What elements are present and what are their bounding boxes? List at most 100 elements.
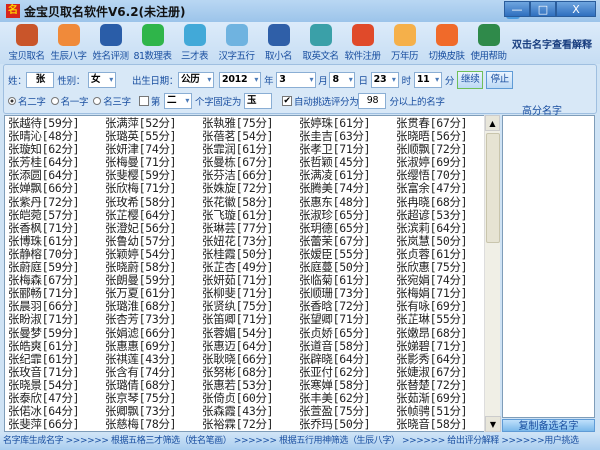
scroll-down-arrow[interactable]: ▼ (485, 416, 501, 432)
name-item[interactable]: 张惠若[53分] (202, 378, 297, 392)
toolbar-button-10[interactable]: 万年历 (384, 22, 425, 64)
toolbar-button-4[interactable]: 81数理表 (132, 22, 173, 64)
toolbar-button-6[interactable]: 汉字五行 (216, 22, 257, 64)
name-item[interactable]: 张曼梦[59分] (8, 326, 103, 340)
name-item[interactable]: 张滨莉[64分] (396, 221, 491, 235)
continue-button[interactable]: 继续 (457, 71, 484, 89)
name-item[interactable]: 张聿秀[59分] (8, 431, 80, 432)
name-item[interactable]: 张望卿[71分] (299, 313, 394, 326)
name-item[interactable]: 张皓爽[61分] (8, 339, 103, 353)
name-item[interactable]: 张姝旋[72分] (202, 182, 297, 195)
name-item[interactable]: 张皑菀[57分] (8, 208, 103, 222)
name-item[interactable]: 张耿晓[66分] (202, 352, 297, 366)
name-item[interactable]: 张晓景[54分] (8, 378, 103, 392)
radio-three-char[interactable] (93, 97, 102, 105)
name-item[interactable]: 张欣梅[71分] (105, 182, 200, 195)
name-item[interactable]: 张替楚[72分] (396, 378, 491, 392)
name-item[interactable]: 张腾美[74分] (299, 182, 394, 195)
calendar-select[interactable]: 公历 (178, 72, 215, 88)
name-item[interactable]: 张鲁幼[57分] (105, 234, 200, 248)
name-item[interactable]: 张蓉媚[54分] (202, 326, 297, 340)
name-item[interactable]: 张玫希[58分] (105, 195, 200, 209)
surname-input[interactable]: 张 (26, 72, 55, 88)
name-item[interactable]: 张惠惠[69分] (105, 339, 200, 353)
name-item[interactable]: 张道音[58分] (299, 339, 394, 353)
year-select[interactable]: 2012 (219, 72, 262, 88)
name-item[interactable]: 张璐倩[68分] (105, 378, 200, 392)
high-score-list[interactable] (502, 115, 595, 418)
name-item[interactable]: 张淑珍[65分] (299, 208, 394, 222)
toolbar-button-11[interactable]: 切换皮肤 (426, 22, 467, 64)
minimize-button[interactable]: — (504, 1, 530, 17)
name-item[interactable]: 张努彬[68分] (202, 365, 297, 379)
fix-position-select[interactable]: 二 (164, 93, 193, 109)
fix-char-checkbox[interactable] (138, 96, 149, 106)
toolbar-button-7[interactable]: 取小名 (258, 22, 299, 64)
name-item[interactable]: 张飞璇[61分] (202, 208, 297, 222)
radio-two-char[interactable] (8, 97, 16, 105)
scroll-up-arrow[interactable]: ▲ (485, 115, 500, 131)
fix-char-input[interactable]: 玉 (244, 93, 273, 109)
name-item[interactable]: 张婵飘[66分] (8, 182, 103, 195)
name-item[interactable]: 张娣碧[71分] (396, 339, 491, 353)
name-item[interactable]: 张盼淑[71分] (8, 313, 103, 326)
toolbar-button-9[interactable]: 软件注册 (342, 22, 383, 64)
name-item[interactable]: 张嫩昂[68分] (396, 326, 491, 340)
name-item[interactable]: 张富余[47分] (396, 182, 491, 195)
toolbar-button-2[interactable]: 生辰八字 (48, 22, 89, 64)
name-item[interactable]: 张祺莲[43分] (105, 352, 200, 366)
name-item[interactable]: 张婕淑[67分] (396, 365, 491, 379)
name-item[interactable]: 张贞娇[65分] (299, 326, 394, 340)
name-item[interactable]: 张寒婵[58分] (299, 378, 394, 392)
name-list-scrollbar[interactable]: ▲ ▼ (484, 115, 501, 432)
name-item[interactable]: 张亚付[62分] (299, 365, 394, 379)
name-item[interactable]: 张妞花[73分] (202, 234, 297, 248)
name-item[interactable]: 张花徽[58分] (202, 195, 297, 209)
name-item[interactable]: 张岚慧[50分] (396, 234, 491, 248)
stop-button[interactable]: 停止 (486, 71, 513, 89)
name-item[interactable]: 张含有[74分] (105, 365, 200, 379)
toolbar-button-3[interactable]: 姓名评测 (90, 22, 131, 64)
name-list[interactable]: 张越待[59分] 张晴沁[48分] 张璇知[62分] 张芳桂[64分] 张添圆[64分]… (4, 115, 500, 432)
name-item[interactable]: 张玫音[71分] (8, 365, 103, 379)
toolbar-button-5[interactable]: 三才表 (174, 22, 215, 64)
name-item[interactable]: 张辟晓[64分] (299, 352, 394, 366)
name-item[interactable]: 张影秀[64分] (396, 352, 491, 366)
name-item[interactable]: 张纪霏[61分] (8, 352, 103, 366)
name-item[interactable]: 张惠东[48分] (299, 195, 394, 209)
name-item[interactable]: 张琳芸[77分] (202, 221, 297, 235)
auto-select-checkbox[interactable]: ✔ (282, 96, 293, 106)
name-item[interactable]: 张香枫[71分] (8, 221, 103, 235)
name-item[interactable]: 张珂欣[47分] (202, 431, 274, 432)
auto-score-input[interactable]: 98 (358, 93, 387, 109)
name-item[interactable]: 张冉晓[68分] (396, 195, 491, 209)
close-button[interactable]: X (556, 1, 596, 17)
name-item[interactable]: 张博珠[61分] (8, 234, 103, 248)
name-item[interactable]: 张紫丹[72分] (8, 195, 103, 209)
radio-one-char[interactable] (50, 97, 59, 105)
name-item[interactable]: 张芷琳[55分] (396, 313, 491, 326)
name-item[interactable]: 张杏芳[73分] (105, 313, 200, 326)
day-select[interactable]: 8 (329, 72, 356, 88)
name-item[interactable]: 张惠迈[64分] (202, 339, 297, 353)
name-item[interactable]: 张芷樱[64分] (105, 208, 200, 222)
name-item[interactable]: 张玥德[65分] (299, 221, 394, 235)
copy-names-button[interactable]: 复制备选名字 (502, 419, 595, 432)
toolbar-button-1[interactable]: 宝贝取名 (6, 22, 47, 64)
hour-select[interactable]: 23 (370, 72, 399, 88)
toolbar-button-8[interactable]: 取英文名 (300, 22, 341, 64)
month-select[interactable]: 3 (276, 72, 317, 88)
toolbar-button-12[interactable]: 使用帮助 (468, 22, 509, 64)
name-item[interactable]: 张笛卿[71分] (202, 313, 297, 326)
name-item[interactable]: 张美慕[60分] (299, 431, 371, 432)
name-item[interactable]: 张撤汝[70分] (396, 431, 468, 432)
name-item[interactable]: 张超谚[53分] (396, 208, 491, 222)
minute-select[interactable]: 11 (413, 72, 442, 88)
maximize-button[interactable]: □ (530, 1, 556, 17)
name-item[interactable]: 张娟滤[66分] (105, 326, 200, 340)
name-item[interactable]: 张姝良[58分] (105, 431, 177, 432)
scroll-thumb[interactable] (486, 133, 500, 243)
name-item[interactable]: 张蕾茉[67分] (299, 234, 394, 248)
name-item[interactable]: 张澄妃[56分] (105, 221, 200, 235)
gender-select[interactable]: 女 (88, 72, 117, 88)
